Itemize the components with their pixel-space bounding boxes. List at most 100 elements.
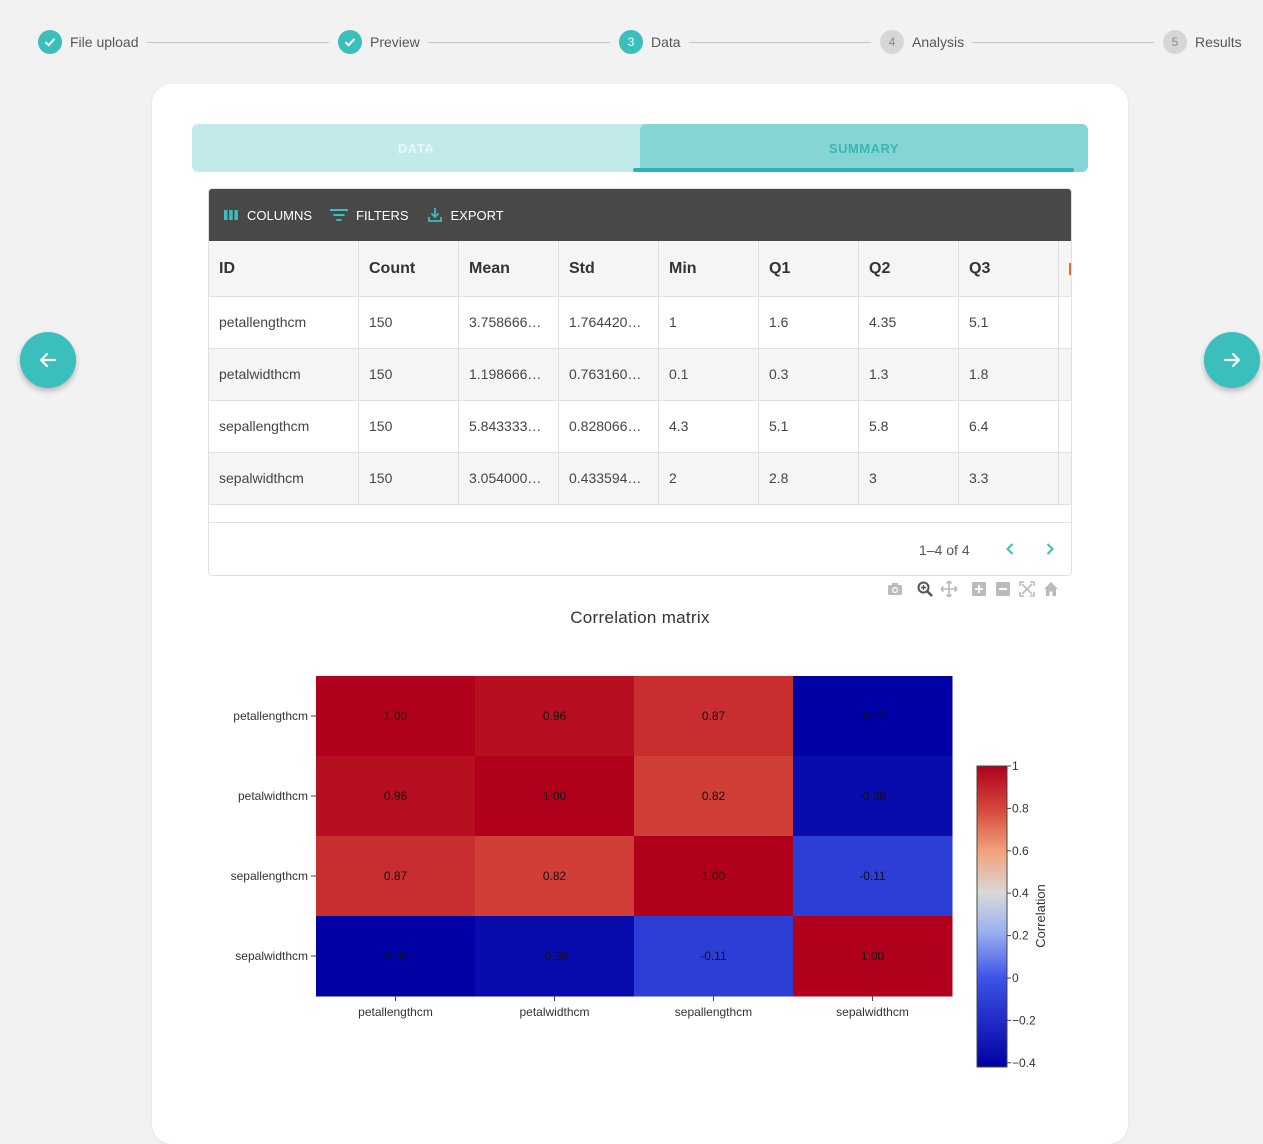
summary-grid: COLUMNS FILTERS EXPORT ID Count Mean Std…	[208, 188, 1072, 576]
table-cell: 150	[359, 297, 459, 348]
heatmap-cell-label: -0.36	[859, 789, 887, 803]
table-cell: 0.3	[759, 349, 859, 400]
table-cell: petallengthcm	[209, 297, 359, 348]
table-cell: 0.433594…	[559, 453, 659, 504]
step-preview[interactable]: Preview	[338, 28, 420, 56]
heatmap-cell-label: 0.87	[702, 709, 726, 723]
table-cell: 5.1	[959, 297, 1059, 348]
colorbar-tick-label: 0.2	[1012, 929, 1029, 943]
table-cell: 0.828066…	[559, 401, 659, 452]
column-header[interactable]: Std	[559, 241, 659, 296]
step-number: 4	[880, 30, 904, 54]
column-header[interactable]: Q1	[759, 241, 859, 296]
arrow-left-icon	[39, 352, 57, 368]
arrow-right-icon	[1223, 352, 1241, 368]
heatmap-cell-label: 0.96	[543, 709, 567, 723]
table-cell: 6.4	[959, 401, 1059, 452]
y-tick-label: petallengthcm	[233, 709, 308, 723]
previous-button[interactable]	[20, 332, 76, 388]
table-cell: 150	[359, 349, 459, 400]
chevron-right-icon	[1046, 543, 1054, 555]
step-label: Analysis	[912, 34, 965, 50]
step-results[interactable]: 5 Results	[1163, 28, 1242, 56]
table-row[interactable]: sepallengthcm 150 5.843333… 0.828066… 4.…	[209, 401, 1071, 453]
previous-page-button[interactable]	[999, 538, 1021, 560]
colorbar-tick-label: −0.2	[1012, 1013, 1036, 1027]
column-header[interactable]: Q2	[859, 241, 959, 296]
table-cell: 5.8	[859, 401, 959, 452]
table-cell: 5.1	[759, 401, 859, 452]
table-cell: 1	[659, 297, 759, 348]
stepper: File upload Preview 3 Data 4 Analysis 5 …	[0, 28, 1263, 56]
x-tick-label: petallengthcm	[358, 1005, 433, 1019]
filters-label: FILTERS	[356, 207, 409, 223]
columns-label: COLUMNS	[247, 207, 313, 223]
table-cell: 4.35	[859, 297, 959, 348]
table-cell: 1.764420…	[559, 297, 659, 348]
camera-icon[interactable]	[886, 580, 904, 598]
columns-button[interactable]: COLUMNS	[223, 208, 312, 223]
filters-button[interactable]: FILTERS	[330, 208, 409, 223]
plot-toolbar	[886, 580, 1066, 600]
table-cell: 0.1	[659, 349, 759, 400]
colorbar-tick-label: −0.4	[1012, 1056, 1036, 1070]
column-header[interactable]: Count	[359, 241, 459, 296]
export-button[interactable]: EXPORT	[427, 207, 504, 223]
table-row[interactable]: petallengthcm 150 3.758666… 1.764420… 1 …	[209, 297, 1071, 349]
y-tick-label: sepalwidthcm	[235, 949, 308, 963]
heatmap-cell-label: 1.00	[384, 709, 408, 723]
step-file-upload[interactable]: File upload	[38, 28, 139, 56]
next-button[interactable]	[1204, 332, 1260, 388]
zoom-out-icon[interactable]	[994, 580, 1012, 598]
step-analysis[interactable]: 4 Analysis	[880, 28, 964, 56]
grid-footer: 1–4 of 4	[209, 522, 1071, 575]
x-tick-label: petalwidthcm	[519, 1005, 589, 1019]
column-header[interactable]: Q3	[959, 241, 1059, 296]
column-header[interactable]: ID	[209, 241, 359, 296]
step-connector	[689, 42, 871, 43]
correlation-heatmap: 1.00 0.96 0.87 -0.42 0.96 1.00 0.82 -0.36 0.87 0.…	[231, 676, 1048, 1070]
chart-title: Correlation matrix	[570, 608, 710, 627]
x-tick-label: sepalwidthcm	[836, 1005, 909, 1019]
chevron-left-icon	[1006, 543, 1014, 555]
colorbar-tick-label: 0.6	[1012, 844, 1029, 858]
step-number: 5	[1163, 30, 1187, 54]
table-row[interactable]: petalwidthcm 150 1.198666… 0.763160… 0.1…	[209, 349, 1071, 401]
download-icon	[427, 208, 442, 222]
zoom-in-icon[interactable]	[970, 580, 988, 598]
step-label: Data	[651, 34, 681, 50]
step-connector	[147, 42, 329, 43]
tab-data[interactable]: DATA	[192, 124, 640, 172]
zoom-icon[interactable]	[916, 580, 934, 598]
step-number: 3	[619, 30, 643, 54]
table-cell: sepalwidthcm	[209, 453, 359, 504]
heatmap-cell-label: -0.36	[541, 949, 569, 963]
autoscale-icon[interactable]	[1018, 580, 1036, 598]
table-cell: 3	[859, 453, 959, 504]
columns-icon	[224, 210, 238, 220]
table-cell: sepallengthcm	[209, 401, 359, 452]
tab-summary[interactable]: SUMMARY	[640, 124, 1088, 172]
x-tick-label: sepallengthcm	[675, 1005, 752, 1019]
heatmap-cell-label: -0.42	[859, 709, 887, 723]
heatmap-cell-label: 1.00	[861, 949, 885, 963]
table-row[interactable]: sepalwidthcm 150 3.054000… 0.433594… 2 2…	[209, 453, 1071, 505]
colorbar	[976, 765, 1008, 1068]
table-cell: 4.3	[659, 401, 759, 452]
step-label: Results	[1195, 34, 1242, 50]
step-label: File upload	[70, 34, 139, 50]
table-cell: 2	[659, 453, 759, 504]
table-cell: 3.054000…	[459, 453, 559, 504]
column-header[interactable]: Mean	[459, 241, 559, 296]
column-header[interactable]: Min	[659, 241, 759, 296]
next-page-button[interactable]	[1039, 538, 1061, 560]
table-cell: 3.758666…	[459, 297, 559, 348]
step-data[interactable]: 3 Data	[619, 28, 681, 56]
main-card: DATA SUMMARY COLUMNS FILTERS EXPORT ID C…	[152, 84, 1128, 1144]
home-icon[interactable]	[1042, 580, 1060, 598]
table-cell: 1.8	[959, 349, 1059, 400]
colorbar-tick-label: 0.4	[1012, 886, 1029, 900]
table-cell: 1.3	[859, 349, 959, 400]
table-cell: petalwidthcm	[209, 349, 359, 400]
pan-icon[interactable]	[940, 580, 958, 598]
